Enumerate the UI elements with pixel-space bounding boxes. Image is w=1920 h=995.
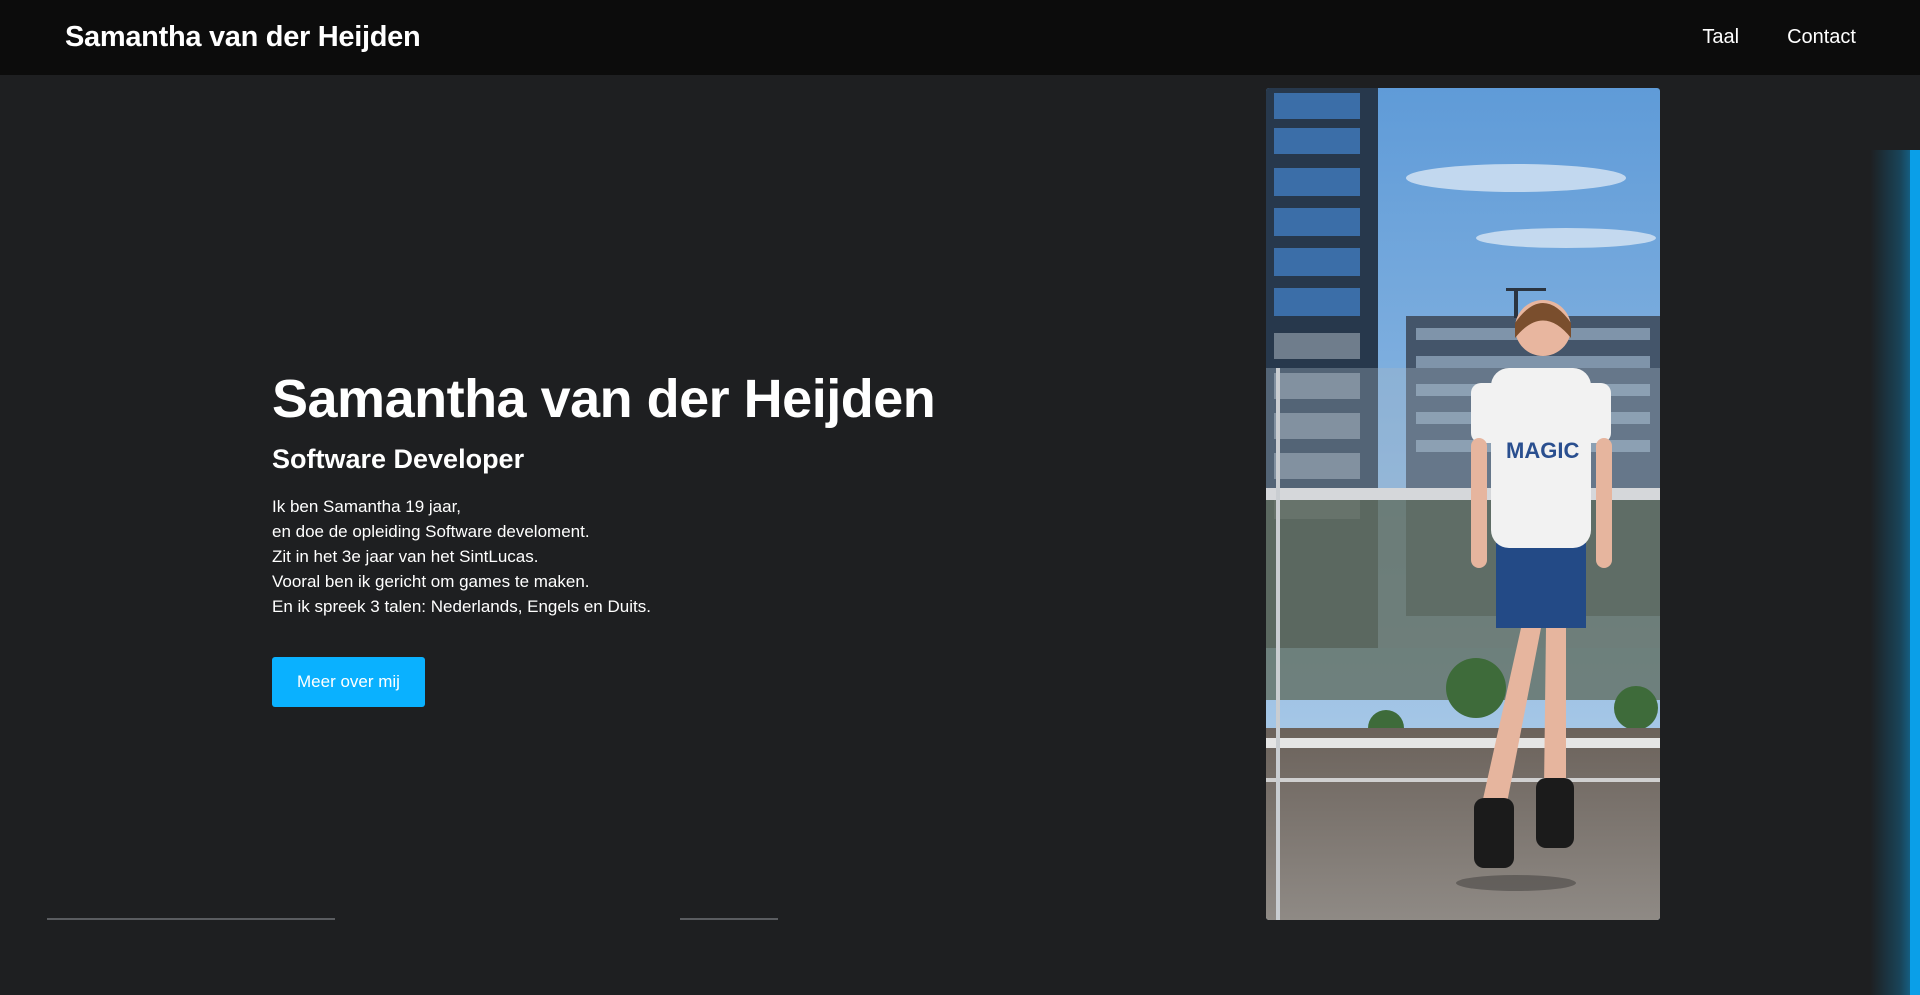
hero-subtitle: Software Developer xyxy=(272,444,525,475)
brand-link[interactable]: Samantha van der Heijden xyxy=(65,21,421,54)
about-me-button[interactable]: Meer over mij xyxy=(272,656,425,707)
edge-bar xyxy=(1910,150,1920,995)
hero-title: Samantha van der Heijden xyxy=(272,369,936,429)
bio-line: en doe de opleiding Software develoment. xyxy=(272,521,590,541)
hero-section: Samantha van der Heijden Software Develo… xyxy=(0,75,1920,995)
bio-line: Zit in het 3e jaar van het SintLucas. xyxy=(272,546,539,566)
nav-link-contact[interactable]: Contact xyxy=(1787,26,1856,49)
hero-text: Samantha van der Heijden Software Develo… xyxy=(272,369,972,707)
shirt-print-text: MAGIC xyxy=(1506,438,1579,463)
bio-line: Ik ben Samantha 19 jaar, xyxy=(272,496,462,516)
bio-line: En ik spreek 3 talen: Nederlands, Engels… xyxy=(272,596,651,616)
profile-photo: MAGIC xyxy=(1266,88,1660,920)
nav-link-taal[interactable]: Taal xyxy=(1702,26,1739,49)
bio-line: Vooral ben ik gericht om games te maken. xyxy=(272,571,590,591)
nav-links: Taal Contact xyxy=(1702,26,1856,49)
hero-bio: Ik ben Samantha 19 jaar, en doe de oplei… xyxy=(272,494,972,619)
top-navbar: Samantha van der Heijden Taal Contact xyxy=(0,0,1920,75)
